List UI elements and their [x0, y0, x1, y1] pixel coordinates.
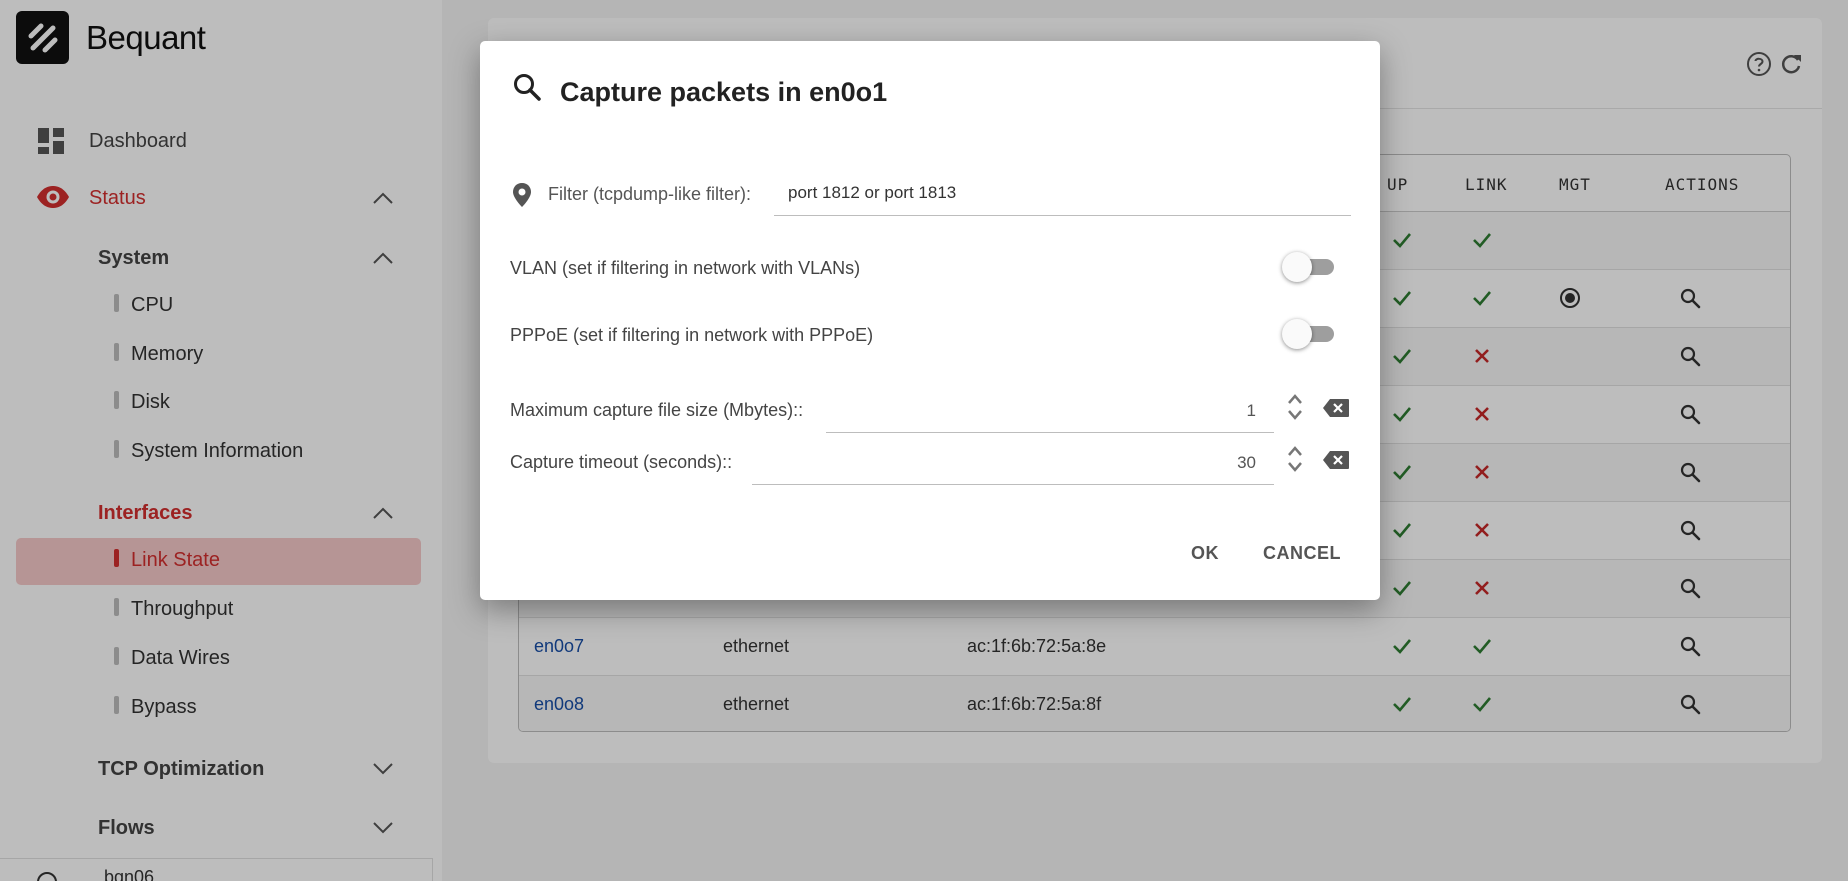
location-pin-icon: [513, 183, 531, 207]
filter-label: Filter (tcpdump-like filter):: [548, 184, 752, 204]
timeout-input[interactable]: [752, 441, 1274, 485]
timeout-label: Capture timeout (seconds)::: [510, 452, 733, 472]
stepper-icon[interactable]: [1287, 393, 1303, 421]
max-size-input[interactable]: [826, 389, 1274, 433]
ok-button[interactable]: OK: [1191, 543, 1219, 564]
cancel-button[interactable]: CANCEL: [1263, 543, 1341, 564]
capture-dialog: Capture packets in en0o1 Filter (tcpdump…: [480, 41, 1380, 600]
max-size-label: Maximum capture file size (Mbytes)::: [510, 400, 804, 420]
filter-input[interactable]: [774, 171, 1351, 216]
search-icon: [514, 74, 541, 101]
vlan-toggle[interactable]: [1282, 252, 1338, 282]
pppoe-toggle[interactable]: [1282, 319, 1338, 349]
pppoe-label: PPPoE (set if filtering in network with …: [510, 325, 874, 345]
clear-icon[interactable]: [1322, 450, 1350, 470]
dialog-title: Capture packets in en0o1: [560, 77, 888, 107]
clear-icon[interactable]: [1322, 398, 1350, 418]
stepper-icon[interactable]: [1287, 445, 1303, 473]
vlan-label: VLAN (set if filtering in network with V…: [510, 258, 861, 278]
